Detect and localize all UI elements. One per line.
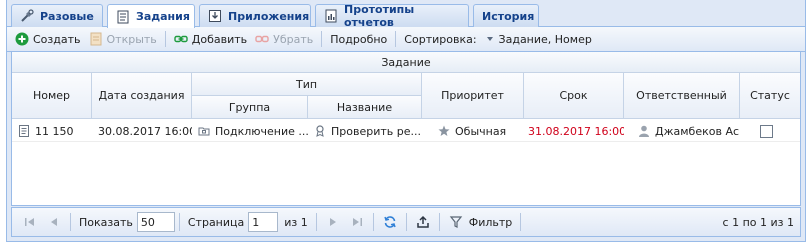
cell-responsible: Джамбеков Ас... bbox=[624, 120, 740, 142]
refresh-icon[interactable] bbox=[383, 215, 397, 229]
download-icon bbox=[208, 9, 222, 23]
tools-icon bbox=[20, 9, 34, 23]
column-number[interactable]: Номер bbox=[12, 73, 92, 119]
pager-separator bbox=[405, 213, 407, 231]
previous-page-icon[interactable] bbox=[47, 215, 61, 229]
cell-status bbox=[740, 120, 800, 142]
column-deadline[interactable]: Срок bbox=[524, 73, 624, 119]
page-count: из 1 bbox=[284, 215, 308, 229]
sort-label: Сортировка: bbox=[404, 32, 477, 46]
cell-group: Подключение ... bbox=[192, 120, 308, 142]
grid-group-title: Задание bbox=[12, 52, 800, 73]
tab-label: Прототипы отчетов bbox=[344, 3, 415, 29]
pager-separator bbox=[70, 213, 71, 231]
filter-icon[interactable] bbox=[449, 215, 463, 229]
table-row[interactable]: 11 150 30.08.2017 16:00 Подключение ... … bbox=[12, 120, 800, 142]
add-button[interactable]: Добавить bbox=[170, 29, 251, 50]
tab-label: История bbox=[482, 9, 535, 23]
open-document-icon bbox=[89, 32, 103, 46]
pagination-bar: Показать 50 Страница 1 из 1 Фильтр с 1 п… bbox=[11, 207, 801, 237]
cell-deadline: 31.08.2017 16:00 bbox=[528, 124, 624, 138]
last-page-icon[interactable] bbox=[350, 215, 364, 229]
page-size-input[interactable]: 50 bbox=[136, 212, 175, 232]
pager-separator bbox=[315, 213, 317, 231]
create-button[interactable]: Создать bbox=[11, 29, 85, 50]
tab-bar: Разовые Задания Приложения Прототипы отч… bbox=[7, 0, 805, 29]
column-created[interactable]: Дата создания bbox=[92, 73, 192, 119]
column-responsible[interactable]: Ответственный bbox=[624, 73, 740, 119]
tab-label: Задания bbox=[136, 10, 190, 23]
report-icon bbox=[324, 9, 338, 23]
tab-label: Разовые bbox=[40, 9, 94, 23]
first-page-icon[interactable] bbox=[23, 215, 37, 229]
show-label: Показать bbox=[79, 215, 133, 229]
column-group[interactable]: Группа bbox=[192, 96, 308, 119]
plus-circle-icon bbox=[15, 32, 29, 46]
link-add-icon bbox=[174, 32, 188, 46]
sort-down-icon bbox=[485, 32, 495, 46]
tab-attachments[interactable]: Приложения bbox=[199, 4, 311, 27]
tab-report-prototypes[interactable]: Прототипы отчетов bbox=[315, 3, 469, 29]
export-icon[interactable] bbox=[416, 215, 430, 229]
tab-one-time[interactable]: Разовые bbox=[11, 4, 103, 27]
toolbar: Создать Открыть Добавить Убрать Подробно bbox=[7, 27, 805, 52]
pager-separator bbox=[520, 213, 522, 231]
cell-priority: Обычная bbox=[422, 120, 524, 142]
document-icon bbox=[116, 10, 130, 24]
user-icon bbox=[638, 125, 650, 137]
pager-separator bbox=[438, 213, 440, 231]
tab-history[interactable]: История bbox=[473, 4, 539, 27]
cell-name: Проверить ре... bbox=[308, 120, 422, 142]
records-summary: с 1 по 1 из 1 bbox=[722, 216, 794, 229]
cell-number: 11 150 bbox=[12, 120, 92, 142]
page-number-input[interactable]: 1 bbox=[248, 212, 279, 232]
page-label: Страница bbox=[187, 215, 245, 229]
task-document-icon bbox=[18, 125, 30, 137]
pager-separator bbox=[178, 213, 180, 231]
tab-tasks[interactable]: Задания bbox=[107, 4, 195, 28]
tasks-panel: Разовые Задания Приложения Прототипы отч… bbox=[6, 0, 806, 242]
folder-icon bbox=[198, 125, 210, 137]
tasks-grid: Задание Номер Дата создания Тип Группа Н… bbox=[11, 52, 801, 206]
toolbar-separator bbox=[164, 31, 166, 47]
award-icon bbox=[314, 125, 326, 137]
toolbar-separator bbox=[395, 31, 397, 47]
toolbar-separator bbox=[321, 31, 323, 47]
column-type: Тип bbox=[192, 73, 422, 96]
next-page-icon[interactable] bbox=[326, 215, 340, 229]
column-priority[interactable]: Приоритет bbox=[422, 73, 524, 119]
column-status[interactable]: Статус bbox=[740, 73, 800, 119]
cell-created: 30.08.2017 16:00 bbox=[98, 124, 192, 138]
details-button[interactable]: Подробно bbox=[326, 29, 391, 50]
tab-label: Приложения bbox=[228, 9, 310, 23]
sort-selector[interactable]: Задание, Номер bbox=[481, 29, 596, 50]
remove-button[interactable]: Убрать bbox=[251, 29, 317, 50]
star-icon bbox=[438, 125, 450, 137]
open-button[interactable]: Открыть bbox=[85, 29, 161, 50]
filter-button[interactable]: Фильтр bbox=[469, 216, 513, 229]
pager-separator bbox=[372, 213, 374, 231]
link-remove-icon bbox=[255, 32, 269, 46]
status-checkbox[interactable] bbox=[760, 124, 773, 138]
column-name[interactable]: Название bbox=[308, 96, 422, 119]
